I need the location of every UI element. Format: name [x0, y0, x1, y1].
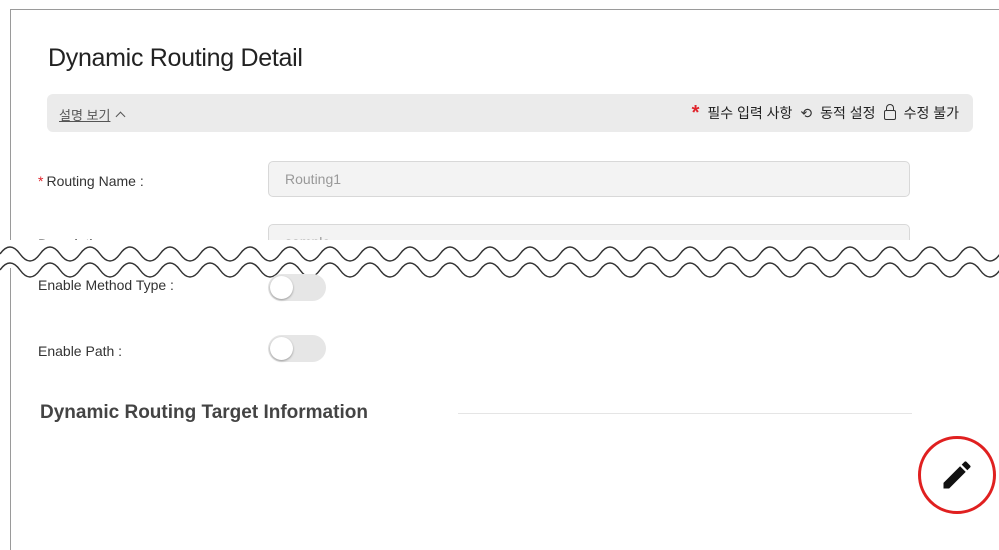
dynamic-legend-label: 동적 설정	[820, 105, 876, 121]
lock-icon	[883, 104, 896, 120]
legend: * 필수 입력 사항 ⟲ 동적 설정 수정 불가	[692, 103, 959, 123]
section-title: Dynamic Routing Target Information	[40, 402, 368, 423]
enable-method-type-toggle[interactable]	[268, 274, 326, 301]
enable-path-label: Enable Path :	[38, 343, 123, 359]
wavy-break-divider	[0, 240, 999, 278]
routing-name-label: * Routing Name :	[38, 173, 144, 189]
toggle-knob	[270, 337, 293, 360]
readonly-legend-label: 수정 불가	[903, 105, 959, 121]
required-marker-icon: *	[691, 102, 700, 124]
page-title: Dynamic Routing Detail	[48, 44, 303, 72]
routing-name-input[interactable]	[268, 161, 910, 197]
enable-method-type-label: Enable Method Type :	[38, 277, 174, 293]
description-toggle-label: 설명 보기	[59, 108, 111, 123]
description-toggle[interactable]: 설명 보기	[59, 105, 126, 124]
pencil-icon	[943, 461, 971, 489]
edit-button[interactable]	[918, 436, 996, 514]
chevron-up-icon	[116, 111, 126, 122]
section-divider	[458, 413, 912, 414]
enable-path-toggle[interactable]	[268, 335, 326, 362]
info-bar: 설명 보기 * 필수 입력 사항 ⟲ 동적 설정 수정 불가	[47, 94, 973, 132]
refresh-icon: ⟲	[800, 104, 813, 121]
toggle-knob	[270, 276, 293, 299]
required-marker: *	[38, 173, 44, 189]
required-legend-label: 필수 입력 사항	[707, 105, 793, 121]
routing-name-label-text: Routing Name :	[46, 173, 144, 189]
